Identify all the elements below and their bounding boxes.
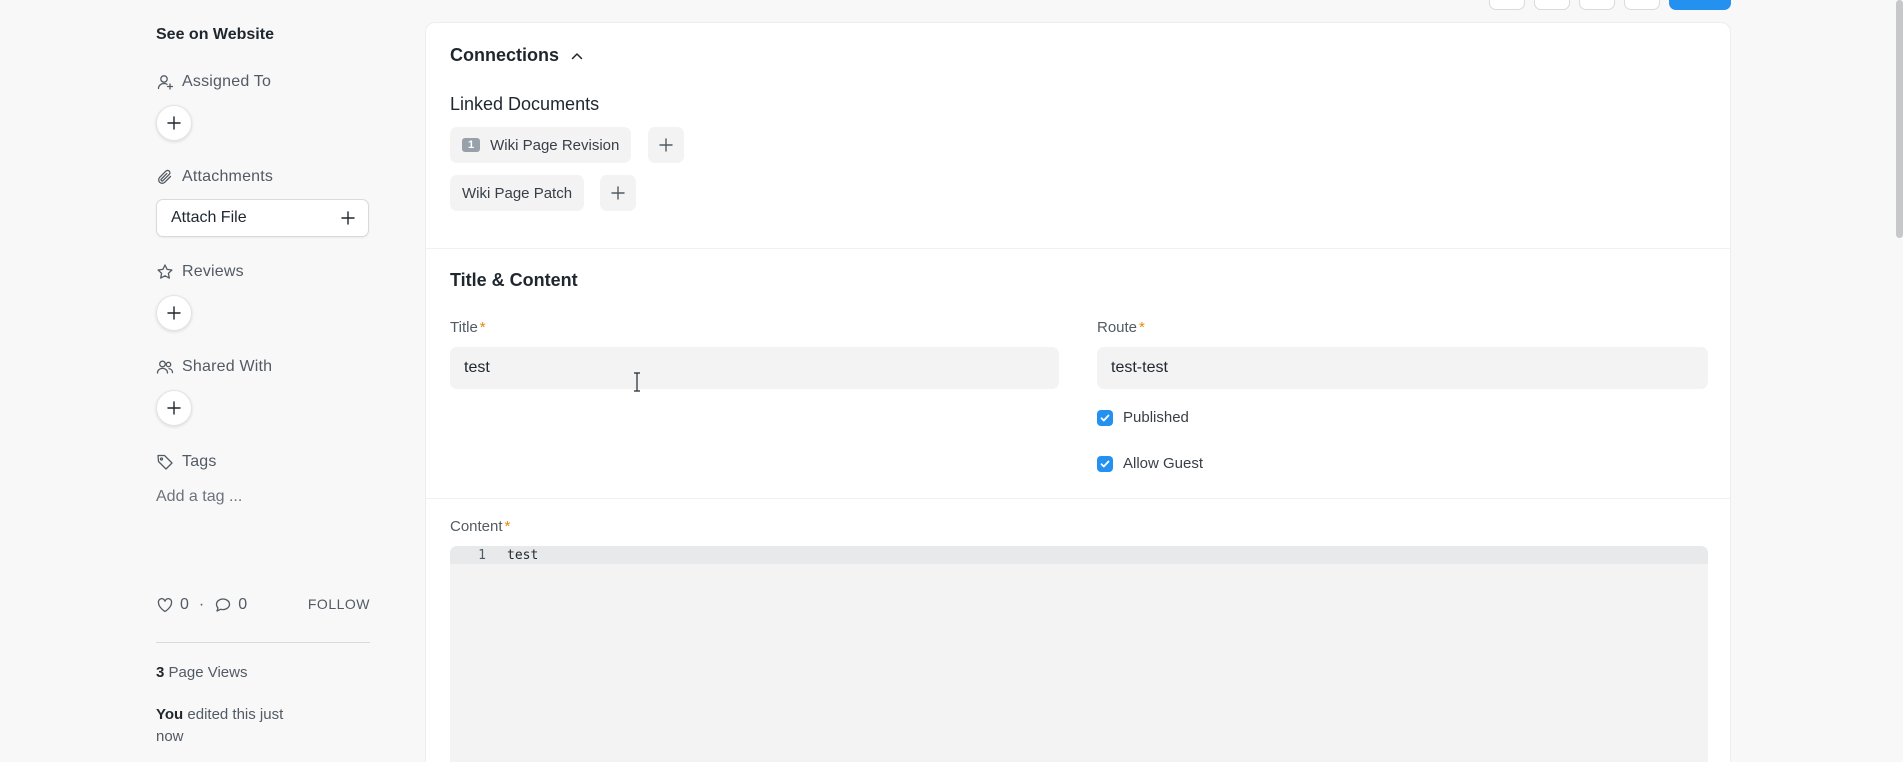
connections-section-toggle[interactable]: Connections — [450, 45, 585, 66]
attach-file-button[interactable]: Attach File — [156, 199, 369, 237]
add-share-button[interactable] — [156, 390, 192, 426]
users-icon — [156, 360, 174, 374]
likes-comments: 0 · 0 — [156, 596, 247, 614]
star-icon — [157, 264, 173, 279]
plus-icon — [167, 306, 181, 320]
checkbox-checked[interactable] — [1097, 455, 1113, 472]
assigned-to-label: Assigned To — [156, 73, 271, 91]
edited-by: You — [156, 706, 184, 723]
line-text: test — [507, 547, 539, 563]
allow-guest-checkbox[interactable]: Allow Guest — [1097, 455, 1203, 472]
user-add-icon — [157, 75, 174, 90]
required-mark: * — [504, 518, 511, 535]
content-label: Content * — [450, 518, 511, 535]
form-card: Connections Linked Documents 1 Wiki Page… — [425, 22, 1731, 762]
page-views: 3 Page Views — [156, 664, 247, 681]
plus-icon — [167, 116, 181, 130]
link-count-badge: 1 — [462, 138, 481, 152]
route-label: Route * — [1097, 319, 1145, 336]
toolbar-button-1[interactable] — [1489, 0, 1525, 10]
add-wiki-page-revision-button[interactable] — [648, 127, 684, 163]
toolbar-button-3[interactable] — [1579, 0, 1615, 10]
plus-icon — [611, 186, 625, 200]
tags-label: Tags — [156, 453, 217, 471]
see-on-website-link[interactable]: See on Website — [156, 26, 274, 44]
content-code-editor[interactable]: 1 test — [450, 546, 1708, 762]
comments-count: 0 — [238, 596, 248, 613]
title-content-heading: Title & Content — [450, 270, 578, 290]
title-input[interactable]: test — [450, 347, 1059, 389]
add-assignee-button[interactable] — [156, 105, 192, 141]
required-mark: * — [1139, 319, 1145, 336]
page-views-label: Page Views — [168, 664, 248, 681]
link-wiki-page-patch[interactable]: Wiki Page Patch — [450, 175, 585, 211]
section-divider — [426, 498, 1730, 499]
attachments-label: Attachments — [156, 168, 273, 186]
chevron-up-icon — [571, 52, 583, 59]
plus-icon — [167, 401, 181, 415]
page-scrollbar[interactable] — [1896, 0, 1903, 238]
published-checkbox[interactable]: Published — [1097, 409, 1189, 426]
page-views-count: 3 — [156, 664, 165, 681]
sidebar-divider — [156, 642, 370, 643]
check-icon — [1100, 460, 1110, 467]
form-sidebar: See on Website Assigned To Attachments A… — [156, 0, 370, 762]
link-wiki-page-revision[interactable]: 1 Wiki Page Revision — [450, 127, 632, 163]
line-number: 1 — [478, 547, 486, 563]
last-edited: You edited this just now — [156, 704, 286, 748]
linked-documents-title: Linked Documents — [450, 94, 600, 114]
follow-button[interactable]: FOLLOW — [308, 596, 370, 612]
checkbox-checked[interactable] — [1097, 409, 1113, 426]
comment-icon[interactable] — [214, 596, 232, 614]
plus-icon — [341, 211, 355, 225]
title-label: Title * — [450, 319, 486, 336]
add-review-button[interactable] — [156, 295, 192, 331]
check-icon — [1100, 414, 1110, 421]
toolbar-button-2[interactable] — [1534, 0, 1570, 10]
reviews-label: Reviews — [156, 263, 244, 281]
text-cursor-icon — [634, 372, 640, 392]
paperclip-icon — [158, 169, 172, 184]
tag-icon — [157, 454, 173, 470]
route-input[interactable]: test-test — [1097, 347, 1708, 389]
likes-count: 0 — [180, 596, 189, 613]
required-mark: * — [479, 319, 486, 336]
editor-line: 1 test — [450, 546, 1708, 564]
plus-icon — [659, 138, 673, 152]
heart-icon[interactable] — [156, 596, 174, 614]
shared-with-label: Shared With — [156, 358, 272, 376]
toolbar-button-4[interactable] — [1624, 0, 1660, 10]
section-divider — [426, 248, 1730, 249]
add-tag-link[interactable]: Add a tag ... — [156, 488, 242, 506]
save-button[interactable] — [1669, 0, 1731, 10]
add-wiki-page-patch-button[interactable] — [600, 175, 636, 211]
separator-dot: · — [198, 596, 205, 613]
